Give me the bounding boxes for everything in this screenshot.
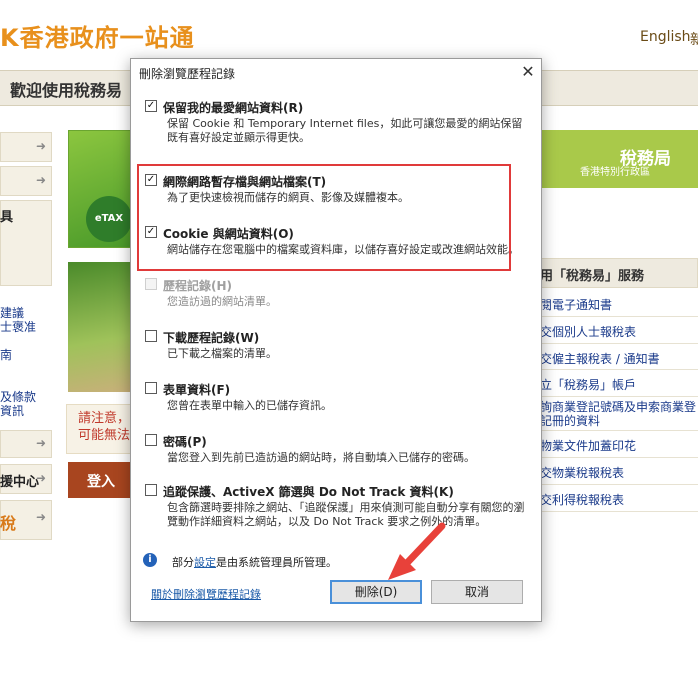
delete-browsing-history-dialog: 刪除瀏覽歷程記錄 ✕ ✓ 保留我的最愛網站資料(R) 保留 Cookie 和 T… bbox=[130, 58, 542, 622]
about-delete-history-link[interactable]: 關於刪除瀏覽歷程記錄 bbox=[151, 586, 261, 602]
expand-arrow-icon: ➜ bbox=[36, 510, 47, 524]
help-center-label: 援中心 bbox=[0, 475, 40, 490]
checkbox-preserve-favorites[interactable]: ✓ bbox=[145, 100, 157, 112]
notice-text: 請注意， 可能無法 bbox=[78, 411, 131, 443]
banner-photo bbox=[68, 262, 132, 392]
gov-logo[interactable]: K香港政府一站通 bbox=[0, 18, 195, 53]
highlight-box bbox=[137, 164, 511, 271]
service-link[interactable]: 交利得稅報稅表 bbox=[540, 485, 698, 512]
checkbox-history bbox=[145, 278, 157, 290]
services-list: 閱電子通知書 交個別人士報稅表 交僱主報稅表 / 通知書 立「稅務易」帳戶 詢商… bbox=[540, 290, 698, 512]
login-button-label: 登入 bbox=[87, 474, 115, 490]
option-passwords[interactable]: 密碼(P) 當您登入到先前已造訪過的網站時，將自動填入已儲存的密碼。 bbox=[145, 433, 535, 467]
ird-banner bbox=[540, 130, 698, 188]
side-nav-link-guide[interactable]: 南 bbox=[0, 348, 12, 362]
option-description: 您曾在表單中輸入的已儲存資訊。 bbox=[167, 399, 332, 412]
option-description: 保留 Cookie 和 Temporary Internet files，如此可… bbox=[167, 117, 523, 144]
option-label: 密碼(P) bbox=[163, 435, 207, 449]
checkbox-tracking-protection[interactable] bbox=[145, 484, 157, 496]
service-link[interactable]: 物業文件加蓋印花 bbox=[540, 431, 698, 458]
expand-arrow-icon: ➜ bbox=[36, 139, 47, 153]
services-header-text: 用「稅務易」服務 bbox=[540, 269, 645, 284]
tax-label: 稅 bbox=[0, 514, 17, 533]
service-link[interactable]: 交物業稅報稅表 bbox=[540, 458, 698, 485]
admin-managed-note: 部分設定是由系統管理員所管理。 bbox=[172, 556, 337, 569]
side-nav-heading: 具 bbox=[0, 210, 14, 225]
option-form-data[interactable]: 表單資料(F) 您曾在表單中輸入的已儲存資訊。 bbox=[145, 381, 535, 415]
settings-link[interactable]: 設定 bbox=[194, 556, 216, 569]
option-description: 當您登入到先前已造訪過的網站時，將自動填入已儲存的密碼。 bbox=[167, 451, 475, 464]
checkbox-passwords[interactable] bbox=[145, 434, 157, 446]
expand-arrow-icon: ➜ bbox=[36, 471, 47, 485]
side-nav-link-suggestions[interactable]: 建議 士褒准 bbox=[0, 306, 36, 334]
option-download-history[interactable]: 下載歷程記錄(W) 已下載之檔案的清單。 bbox=[145, 329, 535, 363]
language-link-2[interactable]: 新 bbox=[690, 29, 698, 49]
pointer-arrow-icon bbox=[388, 522, 446, 580]
ird-subtitle: 香港特別行政區 bbox=[580, 167, 650, 178]
service-link[interactable]: 詢商業登記號碼及申索商業登記冊的資料 bbox=[540, 397, 698, 432]
info-icon: i bbox=[143, 553, 157, 567]
expand-arrow-icon: ➜ bbox=[36, 173, 47, 187]
option-label: 下載歷程記錄(W) bbox=[163, 331, 260, 345]
option-label: 歷程記錄(H) bbox=[163, 279, 233, 293]
checkbox-download-history[interactable] bbox=[145, 330, 157, 342]
option-label: 追蹤保護、ActiveX 篩選與 Do Not Track 資料(K) bbox=[163, 485, 454, 499]
option-label: 保留我的最愛網站資料(R) bbox=[163, 101, 304, 115]
service-link[interactable]: 立「稅務易」帳戶 bbox=[540, 370, 698, 398]
expand-arrow-icon: ➜ bbox=[36, 436, 47, 450]
option-description: 您造訪過的網站清單。 bbox=[167, 295, 277, 308]
english-link[interactable]: English bbox=[640, 29, 691, 45]
option-description: 包含篩選時要排除之網站、「追蹤保護」用來偵測可能自動分享有關您的瀏覽動作詳細資料… bbox=[167, 501, 525, 528]
option-preserve-favorites[interactable]: ✓ 保留我的最愛網站資料(R) 保留 Cookie 和 Temporary In… bbox=[145, 99, 535, 144]
close-icon[interactable]: ✕ bbox=[519, 63, 537, 81]
option-description: 已下載之檔案的清單。 bbox=[167, 347, 277, 360]
service-link[interactable]: 閱電子通知書 bbox=[540, 290, 698, 317]
service-link[interactable]: 交僱主報稅表 / 通知書 bbox=[540, 344, 698, 371]
option-tracking-protection[interactable]: 追蹤保護、ActiveX 篩選與 Do Not Track 資料(K) 包含篩選… bbox=[145, 483, 535, 531]
checkbox-form-data[interactable] bbox=[145, 382, 157, 394]
side-nav-link-terms[interactable]: 及條款 資訊 bbox=[0, 390, 36, 418]
etax-logo: eTAX bbox=[86, 196, 132, 242]
option-label: 表單資料(F) bbox=[163, 383, 231, 397]
service-link[interactable]: 交個別人士報稅表 bbox=[540, 317, 698, 344]
dialog-title: 刪除瀏覽歷程記錄 bbox=[139, 67, 236, 81]
welcome-heading: 歡迎使用稅務易 bbox=[10, 81, 123, 100]
option-history: 歷程記錄(H) 您造訪過的網站清單。 bbox=[145, 277, 535, 311]
